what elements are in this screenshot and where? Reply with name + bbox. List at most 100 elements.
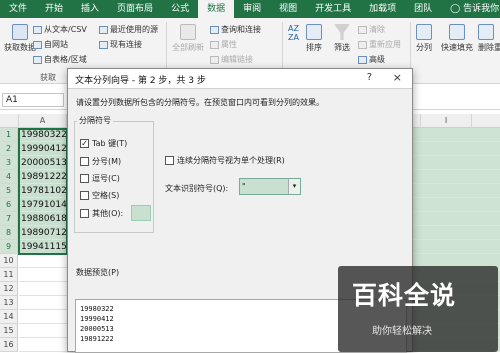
row-header[interactable]: 2 xyxy=(0,142,18,156)
remove-duplicates-icon xyxy=(478,24,494,40)
advanced-filter-button[interactable]: 高级 xyxy=(358,54,385,65)
name-box[interactable]: A1 xyxy=(2,93,64,107)
other-checkbox[interactable] xyxy=(80,209,89,218)
row-header[interactable]: 5 xyxy=(0,184,18,198)
cell-a[interactable] xyxy=(19,338,67,352)
dialog-title: 文本分列向导 - 第 2 步，共 3 步 xyxy=(75,76,206,86)
text-file-icon xyxy=(33,25,42,34)
tab-page-layout[interactable]: 页面布局 xyxy=(108,0,162,18)
queries-connections-button[interactable]: 查询和连接 xyxy=(210,24,261,35)
properties-icon xyxy=(210,40,219,49)
filter-icon xyxy=(334,24,350,40)
from-web-button[interactable]: 自网站 xyxy=(33,39,68,50)
select-all-corner[interactable] xyxy=(0,114,19,128)
chevron-down-icon[interactable]: ▾ xyxy=(288,179,300,194)
consecutive-checkbox[interactable] xyxy=(165,156,174,165)
comma-checkbox[interactable] xyxy=(80,174,89,183)
watermark: 百科全说 助你轻松解决 xyxy=(338,266,498,352)
row-header[interactable]: 9 xyxy=(0,240,18,254)
tab-addins[interactable]: 加载项 xyxy=(360,0,405,18)
consecutive-delimiters-row[interactable]: 连续分隔符号视为单个处理(R) xyxy=(165,155,285,166)
reapply-button[interactable]: 重新应用 xyxy=(358,39,401,50)
cell-a[interactable] xyxy=(19,268,67,282)
row-header[interactable]: 7 xyxy=(0,212,18,226)
row-header[interactable]: 12 xyxy=(0,282,18,296)
remove-duplicates-button[interactable]: 删除重复值 xyxy=(478,24,500,53)
row-header[interactable]: 16 xyxy=(0,338,18,352)
text-to-columns-icon xyxy=(416,24,432,40)
tell-me-search[interactable]: ◯ 告诉我你 xyxy=(441,0,500,18)
cell-a[interactable] xyxy=(19,296,67,310)
semicolon-label: 分号(M) xyxy=(92,157,122,166)
recent-sources-button[interactable]: 最近使用的源 xyxy=(99,24,158,35)
semicolon-checkbox-row[interactable]: 分号(M) xyxy=(80,156,121,167)
database-icon xyxy=(12,24,28,40)
from-table-button[interactable]: 自表格/区域 xyxy=(33,54,87,65)
cell-a[interactable] xyxy=(19,254,67,268)
tab-label: Tab 键(T) xyxy=(92,139,128,148)
refresh-all-button[interactable]: 全部刷新 xyxy=(172,24,204,53)
row-header[interactable]: 6 xyxy=(0,198,18,212)
sort-az-icon: AZ ZA xyxy=(288,24,299,42)
row-header[interactable]: 1 xyxy=(0,128,18,142)
space-checkbox[interactable] xyxy=(80,191,89,200)
row-header[interactable]: 14 xyxy=(0,310,18,324)
column-header-a[interactable]: A xyxy=(19,114,67,128)
text-qualifier-select[interactable]: " ▾ xyxy=(239,178,301,195)
help-icon[interactable]: ? xyxy=(367,72,372,83)
tab-developer[interactable]: 开发工具 xyxy=(306,0,360,18)
space-checkbox-row[interactable]: 空格(S) xyxy=(80,190,119,201)
row-header[interactable]: 4 xyxy=(0,170,18,184)
tab-checkbox[interactable]: ✓ xyxy=(80,139,89,148)
text-to-columns-button[interactable]: 分列 xyxy=(416,24,432,53)
row-header[interactable]: 13 xyxy=(0,296,18,310)
row-header[interactable]: 3 xyxy=(0,156,18,170)
comma-label: 逗号(C) xyxy=(92,174,120,183)
watermark-title: 百科全说 xyxy=(352,281,457,310)
tab-team[interactable]: 团队 xyxy=(405,0,441,18)
sort-az-button[interactable]: AZ ZA xyxy=(288,24,299,42)
from-text-csv-button[interactable]: 从文本/CSV xyxy=(33,24,87,35)
column-header-i[interactable]: I xyxy=(420,114,472,128)
table-icon xyxy=(33,55,42,64)
other-delimiter-input[interactable] xyxy=(131,205,151,221)
row-header[interactable]: 15 xyxy=(0,324,18,338)
recent-icon xyxy=(99,25,108,34)
comma-checkbox-row[interactable]: 逗号(C) xyxy=(80,173,120,184)
tab-view[interactable]: 视图 xyxy=(270,0,306,18)
reapply-icon xyxy=(358,40,367,49)
tab-file[interactable]: 文件 xyxy=(0,0,36,18)
queries-icon xyxy=(210,25,219,34)
tab-insert[interactable]: 插入 xyxy=(72,0,108,18)
get-data-button[interactable]: 获取数据 xyxy=(4,24,36,53)
filter-button[interactable]: 筛选 xyxy=(334,24,350,53)
watermark-subtitle: 助你轻松解决 xyxy=(372,326,432,337)
tab-home[interactable]: 开始 xyxy=(36,0,72,18)
close-icon[interactable]: × xyxy=(393,71,402,84)
clear-filter-button[interactable]: 清除 xyxy=(358,24,385,35)
tab-formulas[interactable]: 公式 xyxy=(162,0,198,18)
cell-a[interactable] xyxy=(19,324,67,338)
other-label: 其他(O): xyxy=(92,209,124,218)
dialog-titlebar: 文本分列向导 - 第 2 步，共 3 步 ? × xyxy=(68,69,412,89)
cell-a[interactable] xyxy=(19,310,67,324)
row-header[interactable]: 11 xyxy=(0,268,18,282)
row-header[interactable]: 8 xyxy=(0,226,18,240)
semicolon-checkbox[interactable] xyxy=(80,157,89,166)
dialog-description: 请设置分列数据所包含的分隔符号。在预览窗口内可看到分列的效果。 xyxy=(76,98,324,107)
other-checkbox-row[interactable]: 其他(O): xyxy=(80,208,123,219)
tab-data[interactable]: 数据 xyxy=(198,0,235,18)
edit-links-button[interactable]: 编辑链接 xyxy=(210,54,253,65)
selection-border xyxy=(18,128,68,255)
properties-button[interactable]: 属性 xyxy=(210,39,237,50)
cell-a[interactable] xyxy=(19,282,67,296)
flash-fill-icon xyxy=(449,24,465,40)
existing-connections-button[interactable]: 现有连接 xyxy=(99,39,142,50)
row-header[interactable]: 10 xyxy=(0,254,18,268)
sort-icon xyxy=(306,24,322,40)
flash-fill-button[interactable]: 快速填充 xyxy=(441,24,473,53)
sort-button[interactable]: 排序 xyxy=(306,24,322,53)
web-icon xyxy=(33,40,42,49)
tab-review[interactable]: 审阅 xyxy=(234,0,270,18)
tab-checkbox-row[interactable]: ✓ Tab 键(T) xyxy=(80,138,127,149)
